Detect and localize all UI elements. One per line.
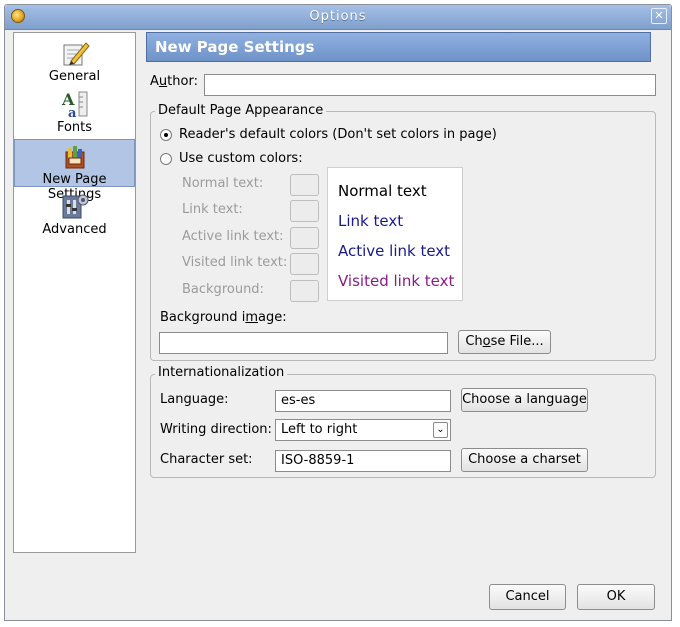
background-image-label: Background image: bbox=[160, 310, 287, 325]
writing-direction-select[interactable]: Left to right ⌄ bbox=[275, 419, 451, 441]
visited-link-color-button[interactable] bbox=[290, 253, 319, 275]
category-advanced[interactable]: Advanced bbox=[14, 190, 135, 238]
charset-label: Character set: bbox=[160, 452, 253, 467]
preview-visited-link-text: Visited link text bbox=[338, 272, 455, 290]
category-new-page-settings[interactable]: New Page Settings bbox=[14, 139, 135, 202]
ok-button[interactable]: OK bbox=[577, 584, 655, 610]
category-general[interactable]: General bbox=[14, 37, 135, 85]
default-colors-label[interactable]: Reader's default colors (Don't set color… bbox=[179, 127, 497, 142]
advanced-icon bbox=[62, 194, 88, 219]
choose-language-button[interactable]: Choose a language bbox=[461, 388, 588, 412]
category-fonts[interactable]: A a Fonts bbox=[14, 88, 135, 136]
preview-active-link-text: Active link text bbox=[338, 242, 451, 260]
category-label: General bbox=[48, 69, 101, 84]
i18n-legend: Internationalization bbox=[155, 365, 288, 380]
normal-text-color-button[interactable] bbox=[290, 174, 319, 196]
language-label: Language: bbox=[160, 392, 229, 407]
author-label: Author: bbox=[150, 74, 198, 89]
appearance-legend: Default Page Appearance bbox=[155, 103, 327, 118]
page-title: New Page Settings bbox=[146, 32, 651, 62]
active-link-text-label: Active link text: bbox=[182, 229, 284, 244]
close-button[interactable]: ✕ bbox=[651, 8, 667, 24]
preview-normal-text: Normal text bbox=[338, 182, 427, 200]
pencil-paper-icon bbox=[63, 42, 90, 66]
color-preview: Normal text Link text Active link text V… bbox=[327, 167, 463, 301]
choose-file-button[interactable]: Chose File... bbox=[458, 330, 551, 354]
link-text-label: Link text: bbox=[182, 202, 243, 217]
custom-colors-radio[interactable] bbox=[160, 153, 172, 165]
svg-text:a: a bbox=[68, 106, 77, 120]
background-label: Background: bbox=[182, 282, 264, 297]
writing-direction-value: Left to right bbox=[281, 422, 358, 437]
active-link-color-button[interactable] bbox=[290, 227, 319, 249]
preview-link-text: Link text bbox=[338, 212, 404, 230]
background-image-input[interactable] bbox=[159, 332, 448, 354]
background-color-button[interactable] bbox=[290, 280, 319, 302]
charset-input[interactable]: ISO-8859-1 bbox=[275, 450, 451, 472]
category-label: Advanced bbox=[42, 222, 107, 237]
new-page-settings-icon bbox=[65, 146, 84, 169]
window-title: Options bbox=[309, 9, 367, 24]
category-list: General A a Fonts New Page Settings Adva… bbox=[13, 32, 136, 553]
title-bar[interactable]: Options ✕ bbox=[5, 5, 671, 30]
category-label: Fonts bbox=[56, 120, 93, 135]
normal-text-label: Normal text: bbox=[182, 176, 264, 191]
visited-link-text-label: Visited link text: bbox=[182, 255, 288, 270]
chevron-down-icon[interactable]: ⌄ bbox=[433, 422, 448, 438]
default-colors-radio[interactable] bbox=[160, 129, 172, 141]
link-text-color-button[interactable] bbox=[290, 200, 319, 222]
writing-direction-label: Writing direction: bbox=[160, 422, 272, 437]
custom-colors-label[interactable]: Use custom colors: bbox=[179, 151, 303, 166]
fonts-icon: A a bbox=[61, 90, 87, 120]
cancel-button[interactable]: Cancel bbox=[489, 584, 566, 610]
language-input[interactable]: es-es bbox=[275, 390, 451, 412]
choose-charset-button[interactable]: Choose a charset bbox=[461, 448, 588, 472]
author-input[interactable] bbox=[204, 74, 656, 96]
